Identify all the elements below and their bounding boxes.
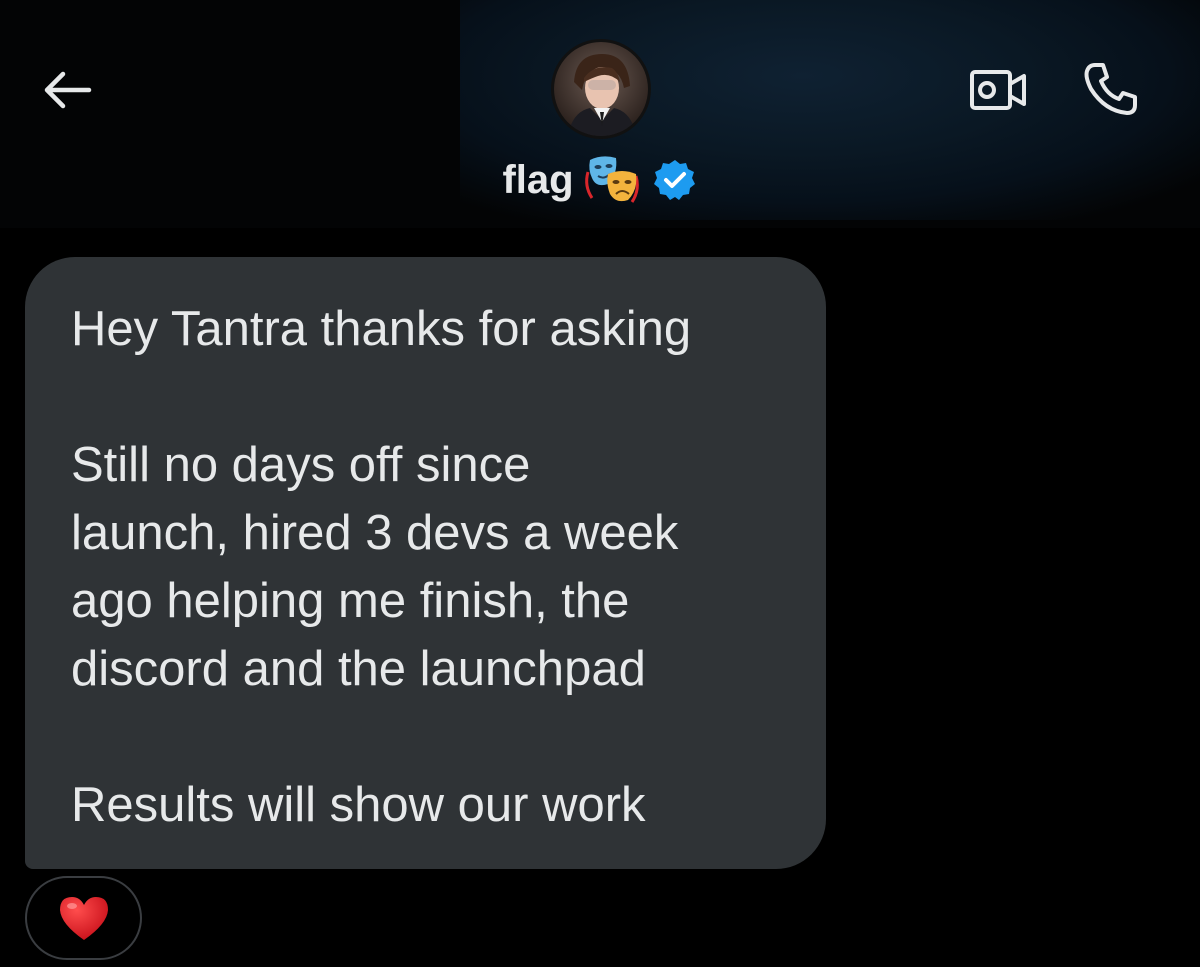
contact-name: flag bbox=[502, 158, 574, 202]
message-line: Hey Tantra thanks for asking bbox=[71, 302, 692, 356]
conversation-header: flag bbox=[0, 0, 1200, 228]
contact-title-row[interactable]: flag bbox=[0, 150, 1200, 210]
avatar-image bbox=[554, 42, 648, 136]
arrow-left-icon bbox=[44, 71, 92, 109]
back-button[interactable] bbox=[36, 62, 98, 118]
phone-icon bbox=[1084, 63, 1137, 115]
video-call-button[interactable] bbox=[965, 62, 1031, 118]
message-line: launch, hired 3 devs a week bbox=[71, 506, 679, 560]
received-message-bubble[interactable]: Hey Tantra thanks for asking Still no da… bbox=[25, 257, 826, 869]
verified-badge-icon bbox=[653, 160, 695, 200]
voice-call-button[interactable] bbox=[1078, 58, 1144, 120]
message-line: discord and the launchpad bbox=[71, 642, 646, 696]
message-line: Results will show our work bbox=[71, 778, 646, 832]
performing-arts-masks-emoji bbox=[584, 156, 639, 203]
message-line: Still no days off since bbox=[71, 438, 531, 492]
dm-conversation-screen: flag Hey Tantra thanks for asking Still … bbox=[0, 0, 1200, 967]
contact-avatar[interactable] bbox=[551, 39, 651, 139]
message-reaction[interactable] bbox=[25, 876, 142, 960]
message-line: ago helping me finish, the bbox=[71, 574, 630, 628]
red-heart-icon bbox=[59, 897, 108, 940]
video-camera-icon bbox=[970, 70, 1026, 110]
